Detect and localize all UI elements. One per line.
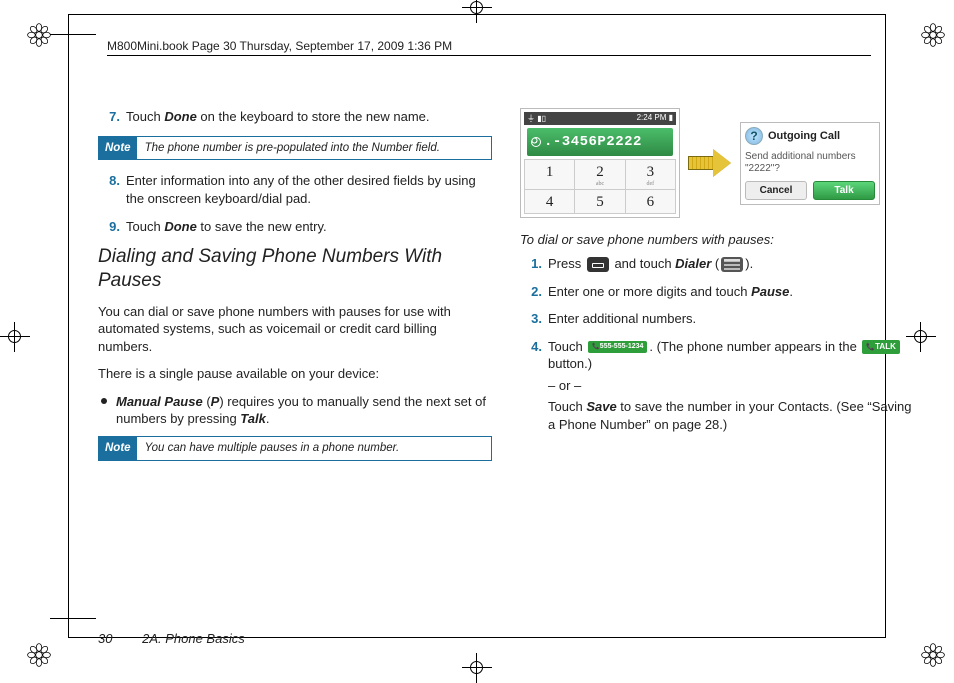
phone-icon xyxy=(531,137,541,147)
talk-badge-icon: 📞TALK xyxy=(862,340,899,354)
step-number: 1. xyxy=(520,255,542,273)
dialer-keypad: 1 2abc 3def 4 5 6 xyxy=(524,159,676,214)
note-box-1: Note The phone number is pre-populated i… xyxy=(98,136,492,161)
rosette-top-left-icon xyxy=(26,22,52,48)
home-key-icon xyxy=(587,257,609,272)
paragraph: There is a single pause available on you… xyxy=(98,365,492,383)
keypad-key: 5 xyxy=(575,190,625,214)
popup-cancel-button: Cancel xyxy=(745,181,807,200)
phone-statusbar: ⏚ ▮▯ 2:24 PM ▮ xyxy=(524,112,676,125)
keypad-key: 1 xyxy=(525,160,575,190)
step-3: 3. Enter additional numbers. xyxy=(548,310,914,328)
dialer-app-icon xyxy=(721,257,743,272)
phone-screen: ⏚ ▮▯ 2:24 PM ▮ .-3456P2222 1 2abc 3def 4… xyxy=(520,108,680,218)
status-right: 2:24 PM ▮ xyxy=(637,113,673,124)
page-footer: 30 2A. Phone Basics xyxy=(98,631,245,646)
note-label: Note xyxy=(99,437,137,460)
phone-figure: ⏚ ▮▯ 2:24 PM ▮ .-3456P2222 1 2abc 3def 4… xyxy=(520,108,914,218)
note-text: You can have multiple pauses in a phone … xyxy=(137,437,408,460)
step-text: Touch 📞555-555-1234. (The phone number a… xyxy=(548,339,902,372)
step-7: 7. Touch Done on the keyboard to store t… xyxy=(126,108,492,126)
section-heading: Dialing and Saving Phone Numbers With Pa… xyxy=(98,245,492,293)
step-9: 9. Touch Done to save the new entry. xyxy=(126,218,492,236)
step-text: Touch Done to save the new entry. xyxy=(126,219,327,234)
step-1: 1. Press and touch Dialer (). xyxy=(548,255,914,273)
page-content: 7. Touch Done on the keyboard to store t… xyxy=(98,108,914,473)
header-text: M800Mini.book Page 30 Thursday, Septembe… xyxy=(107,39,452,53)
dialer-number-display: .-3456P2222 xyxy=(527,128,673,156)
step-8: 8. Enter information into any of the oth… xyxy=(126,172,492,207)
step-number: 9. xyxy=(98,218,120,236)
step-number: 8. xyxy=(98,172,120,190)
page-header: M800Mini.book Page 30 Thursday, Septembe… xyxy=(107,39,871,56)
step-text: Press and touch Dialer (). xyxy=(548,256,753,271)
step-2: 2. Enter one or more digits and touch Pa… xyxy=(548,283,914,301)
left-column: 7. Touch Done on the keyboard to store t… xyxy=(98,108,492,473)
step-number: 4. xyxy=(520,338,542,356)
status-left: ⏚ ▮▯ xyxy=(527,113,546,124)
step-text: Touch Done on the keyboard to store the … xyxy=(126,109,430,124)
keypad-key: 2abc xyxy=(575,160,625,190)
phone-number-badge-icon: 📞555-555-1234 xyxy=(588,341,647,353)
popup-talk-button: Talk xyxy=(813,181,875,200)
popup-outgoing-call: ? Outgoing Call Send additional numbers … xyxy=(740,122,880,205)
step-text: Enter one or more digits and touch Pause… xyxy=(548,284,793,299)
rosette-bottom-right-icon xyxy=(920,642,946,668)
registration-mark-bottom-icon xyxy=(468,659,486,677)
step-4: 4. Touch 📞555-555-1234. (The phone numbe… xyxy=(548,338,914,434)
note-label: Note xyxy=(99,137,137,160)
step-number: 2. xyxy=(520,283,542,301)
page-number: 30 xyxy=(98,631,112,646)
registration-mark-left-icon xyxy=(6,328,24,346)
keypad-key: 4 xyxy=(525,190,575,214)
question-icon: ? xyxy=(745,127,763,145)
arrow-icon xyxy=(688,149,732,177)
note-text: The phone number is pre-populated into t… xyxy=(137,137,448,160)
right-column: ⏚ ▮▯ 2:24 PM ▮ .-3456P2222 1 2abc 3def 4… xyxy=(520,108,914,473)
rosette-top-right-icon xyxy=(920,22,946,48)
dialer-number-text: .-3456P2222 xyxy=(544,134,642,150)
step-number: 7. xyxy=(98,108,120,126)
step-number: 3. xyxy=(520,310,542,328)
keypad-key: 6 xyxy=(626,190,676,214)
step-alternative: Touch Save to save the number in your Co… xyxy=(548,398,914,433)
section-name: 2A. Phone Basics xyxy=(142,631,245,646)
popup-title: Outgoing Call xyxy=(768,130,840,142)
step-text: Enter information into any of the other … xyxy=(126,173,476,206)
rosette-bottom-left-icon xyxy=(26,642,52,668)
bullet-manual-pause: Manual Pause (P) requires you to manuall… xyxy=(116,393,492,428)
step-or: – or – xyxy=(548,377,914,395)
procedure-intro: To dial or save phone numbers with pause… xyxy=(520,232,914,247)
note-box-2: Note You can have multiple pauses in a p… xyxy=(98,436,492,461)
popup-body: Send additional numbers "2222"? xyxy=(745,151,875,175)
registration-mark-right-icon xyxy=(912,328,930,346)
paragraph: You can dial or save phone numbers with … xyxy=(98,303,492,356)
keypad-key: 3def xyxy=(626,160,676,190)
step-text: Enter additional numbers. xyxy=(548,311,696,326)
